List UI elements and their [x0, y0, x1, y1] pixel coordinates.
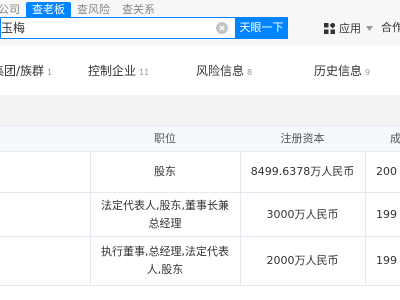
cell-position: 股东: [154, 165, 176, 178]
tab-controlled-count: 11: [139, 68, 150, 77]
tab-risk-count: 8: [247, 68, 253, 77]
app-menu-label: 应用: [339, 22, 361, 35]
app-menu[interactable]: 应用: [324, 21, 373, 35]
table-row: 股东 8499.6378万人民币 200: [0, 152, 400, 193]
tab-group-count: 1: [47, 68, 53, 77]
clear-icon[interactable]: [216, 22, 228, 34]
tab-risk-label: 风险信息: [196, 64, 245, 78]
tab-history-info[interactable]: 历史信息 9: [314, 64, 370, 80]
cell-capital: 2000万人民币: [266, 254, 339, 267]
tab-group-label: 集团/族群: [0, 64, 45, 78]
tab-controlled-label: 控制企业: [88, 64, 137, 78]
cell-position: 法定代表人,股东,董事长兼总经理: [101, 198, 229, 230]
tab-risk-info[interactable]: 风险信息 8: [196, 64, 252, 80]
search-tab-company[interactable]: 公司: [0, 2, 26, 18]
tab-history-count: 9: [365, 68, 371, 77]
cell-position: 执行董事,总经理,法定代表人,股东: [101, 245, 229, 276]
cell-extra: 199: [376, 254, 397, 267]
category-tabs: 集团/族群1 控制企业11 风险信息8 历史信息9: [0, 45, 400, 95]
column-header-capital: 注册资本: [280, 132, 325, 145]
column-header-position: 职位: [154, 132, 176, 145]
search-button[interactable]: 天眼一下: [235, 17, 288, 39]
cell-extra: 200: [376, 165, 397, 178]
table-header: 职位 注册资本 成: [0, 125, 400, 152]
column-header-extra: 成: [390, 132, 400, 145]
search-tab-risk[interactable]: 查风险: [71, 2, 116, 18]
tab-controlled-companies[interactable]: 控制企业 11: [88, 64, 149, 80]
search-type-tabs: 公司 查老板 查风险 查关系: [0, 2, 161, 18]
cell-capital: 3000万人民币: [266, 207, 339, 221]
table-row: 执行董事,总经理,法定代表人,股东 2000万人民币 199: [0, 237, 400, 286]
search-header: 公司 查老板 查风险 查关系 玉梅 天眼一下 应用 合作: [0, 0, 400, 45]
grid-icon: [324, 22, 335, 34]
cell-extra: 199: [376, 207, 397, 221]
table-row: 法定代表人,股东,董事长兼总经理 3000万人民币 199: [0, 193, 400, 237]
search-query-text: 玉梅: [1, 21, 26, 35]
search-input[interactable]: 玉梅: [0, 17, 235, 39]
tab-group[interactable]: 集团/族群1: [0, 64, 52, 80]
search-tab-relation[interactable]: 查关系: [116, 2, 161, 18]
cell-capital: 8499.6378万人民币: [250, 165, 355, 178]
chevron-down-icon: [366, 25, 373, 31]
search-tab-boss[interactable]: 查老板: [26, 2, 71, 18]
page: 公司 查老板 查风险 查关系 玉梅 天眼一下 应用 合作 团/族群 1 控制企业…: [0, 0, 400, 300]
tab-history-label: 历史信息: [314, 64, 363, 78]
cooperate-link[interactable]: 合作: [381, 21, 400, 35]
section-gap: [0, 95, 400, 125]
